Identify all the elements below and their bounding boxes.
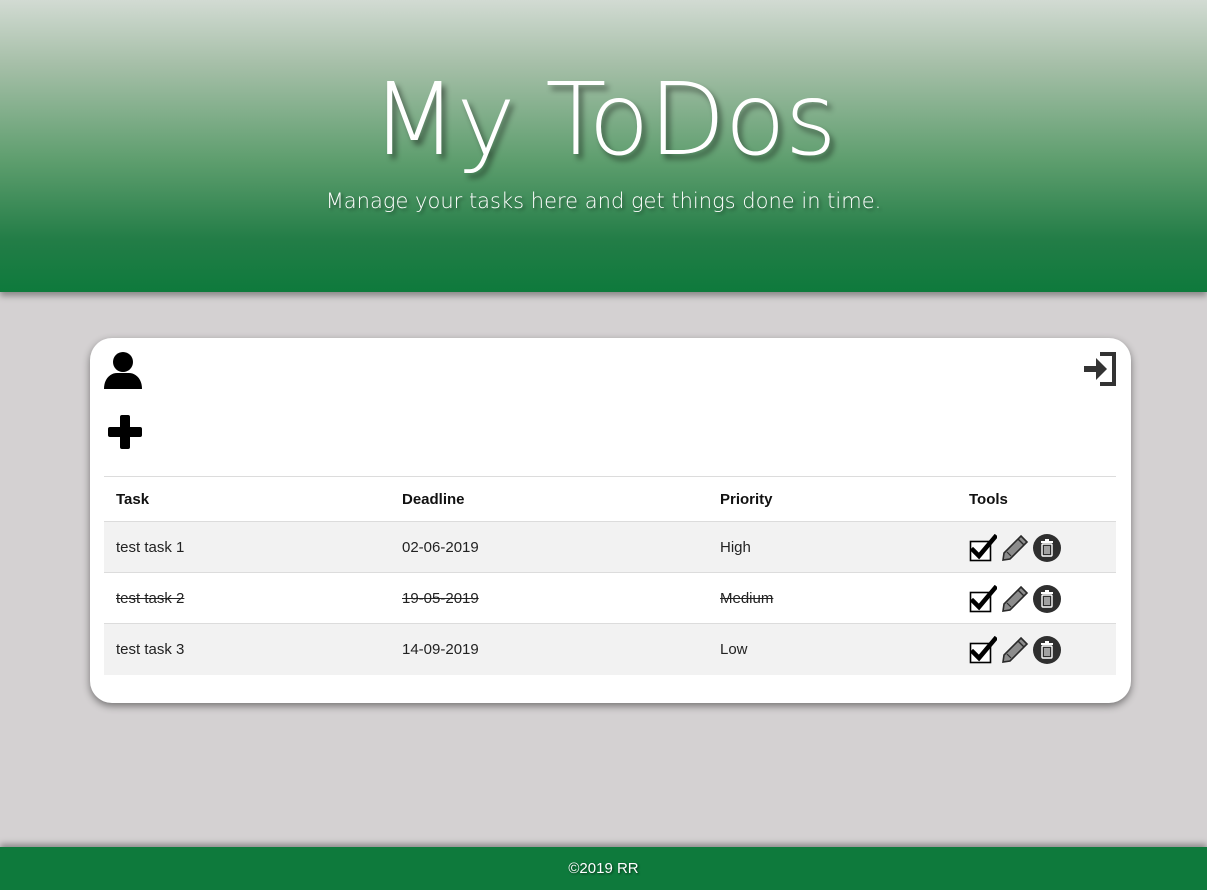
user-icon[interactable] xyxy=(103,351,143,391)
sign-in-icon[interactable] xyxy=(1082,351,1118,387)
table-row: test task 2 19-05-2019 Medium xyxy=(104,572,1116,624)
task-name: test task 3 xyxy=(104,623,390,675)
page-title: My ToDos xyxy=(371,61,837,178)
table-header-row: Task Deadline Priority Tools xyxy=(104,476,1116,522)
page: My ToDos Manage your tasks here and get … xyxy=(0,0,1207,890)
checkbox-checked-icon[interactable] xyxy=(969,533,999,562)
task-name: test task 1 xyxy=(104,521,390,573)
task-priority: High xyxy=(708,521,957,573)
task-priority: Low xyxy=(708,623,957,675)
pencil-icon[interactable] xyxy=(1001,585,1029,613)
footer: ©2019 RR xyxy=(0,847,1207,890)
trash-icon[interactable] xyxy=(1033,585,1061,613)
task-deadline: 02-06-2019 xyxy=(390,521,708,573)
task-deadline: 19-05-2019 xyxy=(390,572,708,624)
task-priority: Medium xyxy=(708,572,957,624)
task-tools xyxy=(957,572,1116,624)
table-row: test task 1 02-06-2019 High xyxy=(104,521,1116,573)
task-name: test task 2 xyxy=(104,572,390,624)
column-header-tools: Tools xyxy=(957,476,1116,522)
table-row: test task 3 14-09-2019 Low xyxy=(104,623,1116,675)
pencil-icon[interactable] xyxy=(1001,636,1029,664)
task-table: Task Deadline Priority Tools test task 1… xyxy=(104,476,1116,675)
column-header-deadline: Deadline xyxy=(390,476,708,522)
plus-icon[interactable] xyxy=(107,414,143,450)
column-header-priority: Priority xyxy=(708,476,957,522)
task-tools xyxy=(957,623,1116,675)
pencil-icon[interactable] xyxy=(1001,534,1029,562)
column-header-task: Task xyxy=(104,476,390,522)
page-subtitle: Manage your tasks here and get things do… xyxy=(325,189,882,213)
trash-icon[interactable] xyxy=(1033,534,1061,562)
task-deadline: 14-09-2019 xyxy=(390,623,708,675)
todo-card: Task Deadline Priority Tools test task 1… xyxy=(90,338,1131,703)
header-banner: My ToDos Manage your tasks here and get … xyxy=(0,0,1207,292)
task-tools xyxy=(957,521,1116,573)
checkbox-checked-icon[interactable] xyxy=(969,584,999,613)
trash-icon[interactable] xyxy=(1033,636,1061,665)
checkbox-checked-icon[interactable] xyxy=(969,636,999,664)
copyright-text: ©2019 RR xyxy=(568,860,639,877)
